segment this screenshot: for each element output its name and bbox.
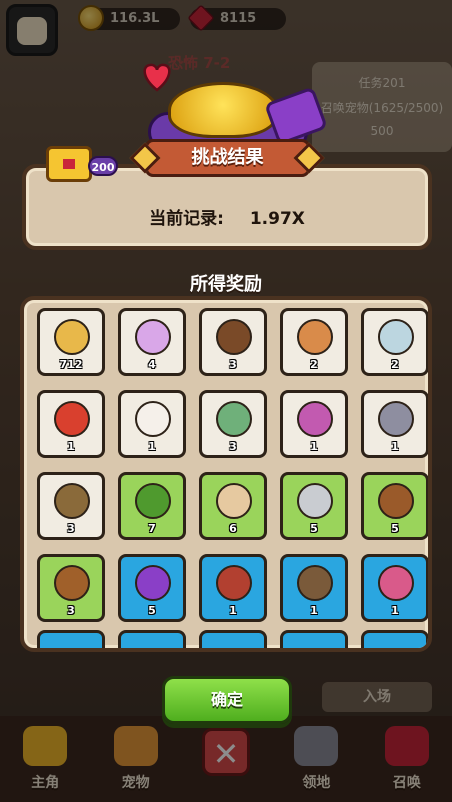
cracked-egg-icon xyxy=(297,319,333,355)
reward-item-ghost-lollipop[interactable]: 1 xyxy=(118,390,186,458)
reward-item-purple-bat[interactable]: 5 xyxy=(118,554,186,622)
reward-count: 1 xyxy=(310,440,318,453)
reward-count: 1 xyxy=(391,604,399,617)
reward-count: 3 xyxy=(229,358,237,371)
reward-count: 3 xyxy=(67,604,75,617)
wooden-wheel-icon xyxy=(378,483,414,519)
reward-item-cracked-egg[interactable]: 2 xyxy=(280,308,348,376)
purple-bird-icon xyxy=(297,401,333,437)
reward-count: 2 xyxy=(391,358,399,371)
reward-count: 4 xyxy=(148,358,156,371)
reward-count: 3 xyxy=(67,522,75,535)
rewards-grid: 712 4 3 2 2 1 1 3 1 1 3 7 6 5 5 3 5 1 1 1 xyxy=(37,308,428,622)
treasure-box-icon xyxy=(54,565,90,601)
green-gem-hexagon-icon xyxy=(54,319,90,355)
reward-count: 1 xyxy=(229,604,237,617)
reward-count: 1 xyxy=(67,440,75,453)
reward-item-snail[interactable]: 3 xyxy=(37,472,105,540)
ghost-lollipop-icon xyxy=(135,401,171,437)
green-swirl-ball-icon xyxy=(135,483,171,519)
reward-item-peek[interactable] xyxy=(280,630,348,648)
reward-item-red-dragon[interactable]: 1 xyxy=(37,390,105,458)
chest-lock xyxy=(63,159,75,169)
rewards-title: 所得奖励 xyxy=(190,274,262,295)
record-value: 1.97X xyxy=(249,209,305,229)
reward-item-green-swirl-ball[interactable]: 7 xyxy=(118,472,186,540)
reward-item-pink-shell[interactable]: 4 xyxy=(118,308,186,376)
pink-shell-icon xyxy=(135,319,171,355)
reward-count: 1 xyxy=(148,440,156,453)
coconut-icon xyxy=(216,319,252,355)
green-fish-icon xyxy=(216,401,252,437)
reward-item-coconut[interactable]: 3 xyxy=(199,308,267,376)
reward-count: 5 xyxy=(148,604,156,617)
reward-item-peek[interactable] xyxy=(199,630,267,648)
rewards-panel[interactable]: 712 4 3 2 2 1 1 3 1 1 3 7 6 5 5 3 5 1 1 1 xyxy=(20,296,432,652)
reward-item-pink-bunny[interactable]: 1 xyxy=(361,554,428,622)
reward-count: 3 xyxy=(229,440,237,453)
snail-icon xyxy=(54,483,90,519)
swirl-egg-icon xyxy=(378,319,414,355)
reward-count: 6 xyxy=(229,522,237,535)
reward-item-peek[interactable] xyxy=(361,630,428,648)
reward-item-green-fish[interactable]: 3 xyxy=(199,390,267,458)
silver-shield-icon xyxy=(297,483,333,519)
heart-icon xyxy=(143,63,171,92)
reward-item-peek[interactable] xyxy=(118,630,186,648)
reward-item-grey-mouse[interactable]: 1 xyxy=(361,390,428,458)
reward-count: 712 xyxy=(59,358,83,371)
red-dragon-icon xyxy=(54,401,90,437)
reward-item-purple-bird[interactable]: 1 xyxy=(280,390,348,458)
reward-item-peek[interactable] xyxy=(37,630,105,648)
red-warrior-icon xyxy=(216,565,252,601)
reward-item-mask-warrior[interactable]: 1 xyxy=(280,554,348,622)
pink-bunny-icon xyxy=(378,565,414,601)
confirm-button[interactable]: 确定 xyxy=(162,676,292,724)
reward-item-swirl-egg[interactable]: 2 xyxy=(361,308,428,376)
reward-count: 7 xyxy=(148,522,156,535)
grey-mouse-icon xyxy=(378,401,414,437)
reward-count: 1 xyxy=(310,604,318,617)
reward-item-red-warrior[interactable]: 1 xyxy=(199,554,267,622)
magic-lamp-icon xyxy=(168,82,278,138)
purple-bat-icon xyxy=(135,565,171,601)
feather-icon xyxy=(216,483,252,519)
reward-item-green-gem-hexagon[interactable]: 712 xyxy=(37,308,105,376)
treasure-chest-icon xyxy=(46,146,92,182)
reward-item-wooden-wheel[interactable]: 5 xyxy=(361,472,428,540)
rewards-next-row xyxy=(37,630,428,648)
record-line: 当前记录: 1.97X xyxy=(26,204,428,229)
chest-badge: 200 xyxy=(88,156,118,176)
reward-count: 1 xyxy=(391,440,399,453)
mask-warrior-icon xyxy=(297,565,333,601)
reward-count: 5 xyxy=(391,522,399,535)
record-label: 当前记录: xyxy=(149,209,224,229)
reward-item-feather[interactable]: 6 xyxy=(199,472,267,540)
reward-count: 5 xyxy=(310,522,318,535)
reward-count: 2 xyxy=(310,358,318,371)
reward-item-treasure-box[interactable]: 3 xyxy=(37,554,105,622)
reward-item-silver-shield[interactable]: 5 xyxy=(280,472,348,540)
dialog-title: 挑战结果 xyxy=(145,139,310,177)
